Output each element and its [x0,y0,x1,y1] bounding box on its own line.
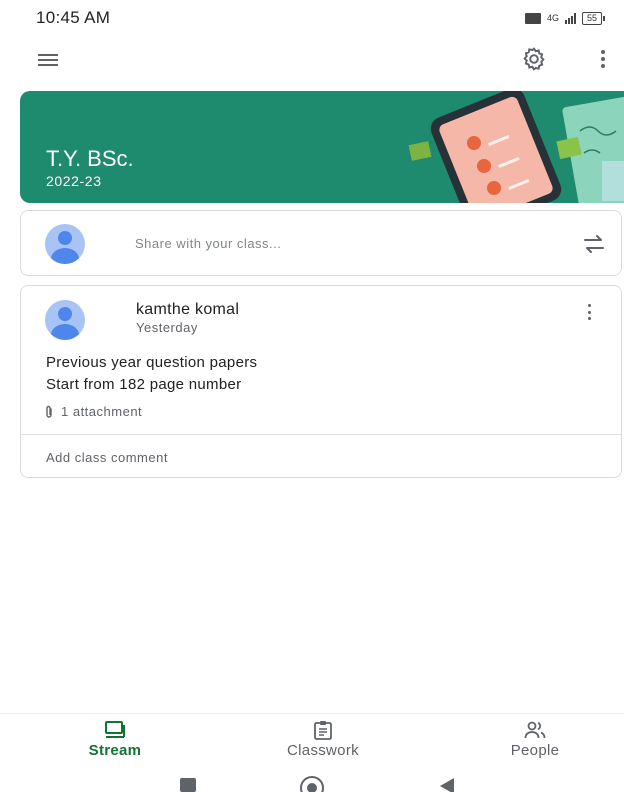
user-avatar [45,224,85,264]
attachment-label: 1 attachment [61,404,143,419]
stream-icon [105,721,125,738]
post-line: Previous year question papers [46,354,258,371]
post-more-options-icon[interactable] [584,302,594,322]
share-placeholder: Share with your class... [135,236,282,251]
people-icon [524,721,546,739]
nav-tab-stream[interactable]: Stream [45,714,185,764]
bottom-navigation: Stream Classwork People [0,713,624,763]
nav-tab-people[interactable]: People [465,714,605,764]
class-banner[interactable]: T.Y. BSc. 2022-23 [20,91,624,203]
post-line: Start from 182 page number [46,376,242,393]
divider [21,434,621,435]
nav-label: Classwork [287,742,359,759]
home-icon[interactable] [300,776,324,792]
more-options-icon[interactable] [596,48,610,70]
classwork-icon [314,721,332,740]
announcement-post: kamthe komal Yesterday Previous year que… [20,285,622,478]
nav-label: Stream [88,742,142,759]
signal-icon [564,12,576,24]
nav-label: People [510,742,560,759]
post-timestamp: Yesterday [136,320,198,335]
status-indicators: 4G 55 [524,11,606,25]
post-author: kamthe komal [136,301,240,318]
nav-tab-classwork[interactable]: Classwork [253,714,393,764]
settings-icon[interactable] [521,46,547,72]
recent-apps-icon[interactable] [180,778,196,792]
repost-icon[interactable] [581,233,607,255]
menu-icon[interactable] [38,54,58,66]
sim-icon [524,12,541,24]
attachment-link[interactable]: 1 attachment [44,404,142,419]
status-bar: 10:45 AM 4G 55 [0,0,624,36]
battery-icon: 55 [581,11,606,25]
class-year: 2022-23 [46,173,102,189]
paperclip-icon [46,405,52,418]
banner-illustration [408,91,624,203]
network-type: 4G [546,12,559,23]
system-navigation-bar [0,766,624,792]
post-body: Previous year question papers Start from… [46,352,257,396]
add-class-comment-link[interactable]: Add class comment [46,450,168,465]
author-avatar [45,300,85,340]
class-title: T.Y. BSc. [46,146,134,171]
back-icon[interactable] [440,778,454,792]
share-with-class-box[interactable]: Share with your class... [20,210,622,276]
app-bar [0,40,624,80]
status-time: 10:45 AM [36,8,111,27]
